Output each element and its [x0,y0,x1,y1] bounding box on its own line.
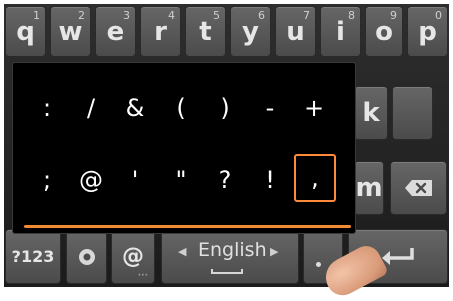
key-k[interactable]: k [354,86,388,140]
symbol-exclamation[interactable]: ! [252,160,288,200]
settings-key[interactable] [66,229,107,284]
symbol-hyphen[interactable]: - [252,88,288,128]
key-i[interactable]: 8i [320,6,361,57]
key-hint: 3 [123,9,130,22]
key-l[interactable] [392,86,433,140]
key-q[interactable]: 1q [5,6,46,57]
period-key-label [316,262,321,267]
key-t[interactable]: 5t [185,6,226,57]
backspace-icon [404,180,432,196]
symbol-open-paren[interactable]: ( [163,88,199,128]
key-y[interactable]: 6y [230,6,271,57]
key-hint: 6 [258,9,265,22]
key-hint: 5 [213,9,220,22]
key-label: i [336,16,345,47]
key-label: m [355,173,383,203]
symbol-ampersand[interactable]: & [117,88,153,128]
symbols-key[interactable]: ?123 [5,229,61,284]
symbol-semicolon[interactable]: ; [29,160,65,200]
symbol-plus[interactable]: + [296,88,332,128]
key-label: r [154,16,167,47]
key-label: t [199,16,212,47]
key-p[interactable]: 0p [407,6,448,57]
popup-accent-bar [24,225,351,228]
key-hint: 0 [435,9,442,22]
key-label: y [242,16,259,47]
key-hint: 9 [390,9,397,22]
lang-right-arrow: ▶ [270,245,279,258]
key-hint: 1 [33,9,40,22]
at-label: @ [122,244,144,269]
key-m[interactable]: m [354,161,384,215]
symbol-quote[interactable]: " [163,160,199,200]
key-hint: 8 [348,9,355,22]
symbol-apostrophe[interactable]: ' [117,160,153,200]
symbol-comma-selected[interactable]: , [294,154,336,202]
spacebar[interactable]: ◀ English ▶ [161,229,299,284]
backspace-key[interactable] [390,161,447,215]
symbols-label: ?123 [11,247,55,266]
more-dots: ··· [137,271,148,281]
key-r[interactable]: 4r [140,6,181,57]
settings-icon [78,248,95,265]
symbol-colon[interactable]: : [29,88,65,128]
key-label: u [286,16,305,47]
symbol-slash[interactable]: / [73,88,109,128]
key-hint: 7 [303,9,310,22]
symbol-at[interactable]: @ [73,160,109,200]
key-label: e [106,16,125,47]
key-hint: 2 [78,9,85,22]
at-key[interactable]: @ ··· [111,229,155,284]
symbol-question[interactable]: ? [207,160,243,200]
language-label: English [198,239,267,261]
key-hint: 4 [168,9,175,22]
key-u[interactable]: 7u [275,6,316,57]
symbol-close-paren[interactable]: ) [207,88,243,128]
key-o[interactable]: 9o [365,6,403,57]
lang-left-arrow: ◀ [178,245,187,258]
key-e[interactable]: 3e [95,6,136,57]
key-w[interactable]: 2w [50,6,91,57]
key-label: k [362,98,380,128]
spacebar-indicator [211,269,243,274]
